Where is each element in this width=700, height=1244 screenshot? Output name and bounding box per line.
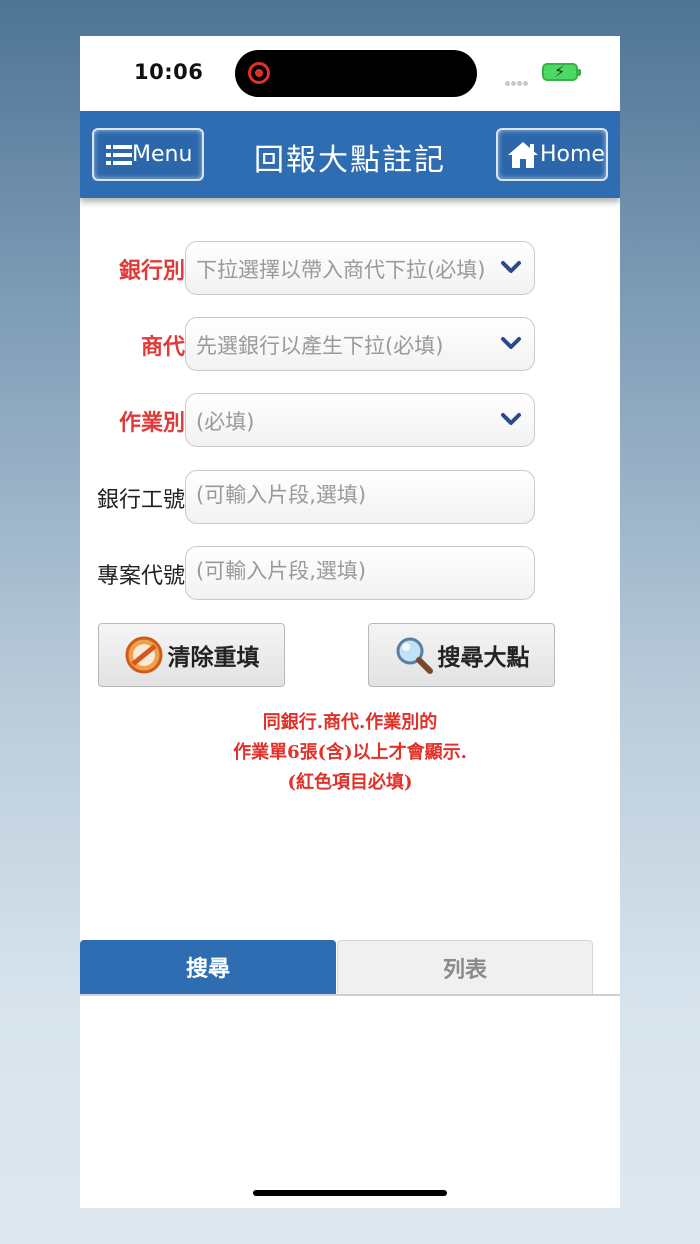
clear-button[interactable]: 清除重填 — [98, 623, 285, 687]
notice-line-3: (紅色項目必填) — [287, 772, 413, 793]
home-label: Home — [540, 142, 605, 167]
bank-row: 銀行別 下拉選擇以帶入商代下拉(必填) — [80, 241, 620, 295]
app-header: Menu 回報大點註記 Home — [80, 111, 620, 198]
notice-line-2: 作業單6張(含)以上才會顯示. — [233, 742, 467, 763]
job-type-select[interactable]: (必填) — [185, 393, 535, 447]
project-code-label: 專案代號 — [96, 564, 185, 589]
bank-select[interactable]: 下拉選擇以帶入商代下拉(必填) — [185, 241, 535, 295]
recording-icon — [248, 62, 270, 84]
job-type-select-value: (必填) — [196, 410, 255, 434]
merchant-label: 商代 — [140, 335, 185, 360]
chevron-down-icon — [501, 261, 521, 273]
bank-id-row: 銀行工號 — [80, 470, 620, 524]
notice-text: 同銀行.商代.作業別的 作業單6張(含)以上才會顯示. (紅色項目必填) — [80, 708, 620, 798]
bank-id-field-wrap — [185, 470, 535, 524]
job-type-row: 作業別 (必填) — [80, 393, 620, 447]
dynamic-island — [235, 50, 477, 97]
signal-icon — [505, 71, 535, 86]
phone-screen: 10:06 ⚡ Menu 回報大點註記 Home 銀行別 下拉選擇以帶入商代下拉… — [80, 36, 620, 1208]
project-code-input[interactable] — [196, 559, 524, 583]
home-icon — [508, 141, 538, 168]
tab-search[interactable]: 搜尋 — [80, 940, 336, 994]
project-code-field-wrap — [185, 546, 535, 600]
home-indicator — [253, 1190, 447, 1196]
magnifier-icon — [396, 637, 433, 674]
bank-id-input[interactable] — [196, 483, 524, 507]
tab-list[interactable]: 列表 — [337, 940, 593, 994]
merchant-select[interactable]: 先選銀行以產生下拉(必填) — [185, 317, 535, 371]
bank-label: 銀行別 — [118, 259, 185, 284]
job-type-label: 作業別 — [118, 411, 185, 436]
notice-line-1: 同銀行.商代.作業別的 — [262, 712, 438, 733]
search-label: 搜尋大點 — [437, 645, 530, 671]
home-button[interactable]: Home — [496, 128, 608, 181]
project-code-row: 專案代號 — [80, 546, 620, 600]
status-time: 10:06 — [134, 60, 204, 84]
merchant-select-value: 先選銀行以產生下拉(必填) — [196, 334, 444, 358]
prohibit-icon — [125, 636, 162, 674]
status-bar: 10:06 ⚡ — [80, 36, 620, 111]
chevron-down-icon — [501, 413, 521, 425]
chevron-down-icon — [501, 337, 521, 349]
bank-select-value: 下拉選擇以帶入商代下拉(必填) — [196, 258, 486, 282]
clear-label: 清除重填 — [167, 645, 260, 671]
battery-charging-icon: ⚡ — [542, 62, 581, 81]
merchant-row: 商代 先選銀行以產生下拉(必填) — [80, 317, 620, 371]
search-button[interactable]: 搜尋大點 — [368, 623, 555, 687]
bottom-tabs: 搜尋 列表 — [80, 940, 620, 996]
bank-id-label: 銀行工號 — [96, 488, 185, 513]
